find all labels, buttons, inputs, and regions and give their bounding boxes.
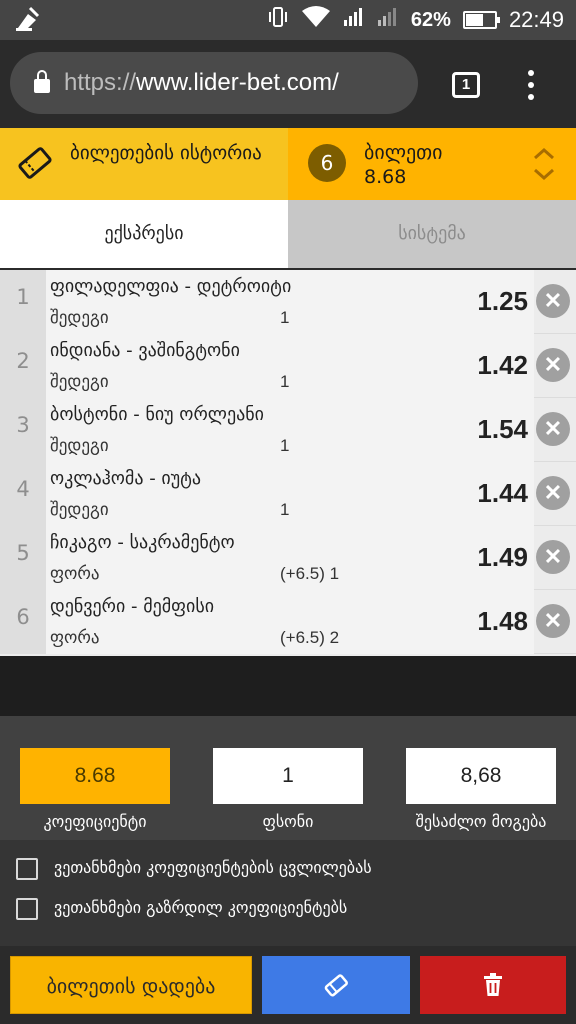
tab-switcher-button[interactable]: 1 — [452, 72, 480, 98]
tab-express[interactable]: ექსპრესი — [0, 200, 288, 268]
accept-odds-increase-checkbox[interactable] — [16, 898, 38, 920]
lock-icon — [34, 70, 50, 93]
accept-odds-increase-label: ვეთანხმები გაზრდილ კოეფიციენტებს — [54, 898, 348, 917]
bet-index: 5 — [0, 526, 46, 590]
bet-event: ფილადელფია - დეტროიტი — [50, 276, 292, 297]
trash-icon — [482, 972, 504, 997]
betslip-total-odds: 8.68 — [364, 166, 407, 188]
bet-market: ფორა — [50, 628, 100, 648]
remove-bet-icon[interactable]: ✕ — [536, 540, 570, 574]
remove-bet-icon[interactable]: ✕ — [536, 412, 570, 446]
bet-details: დენვერი - მემფისი ფორა (+6.5) 2 1.48 — [46, 590, 534, 654]
bet-row: 4 ოკლაჰომა - იუტა შედეგი 1 1.44 ✕ — [0, 462, 576, 526]
bet-index: 3 — [0, 398, 46, 462]
bet-market: შედეგი — [50, 500, 109, 520]
url-bar[interactable]: https:// www.lider-bet.com/ — [10, 52, 418, 114]
signal-icon — [377, 6, 399, 34]
clear-betslip-button[interactable] — [420, 956, 566, 1014]
bet-pick: (+6.5) 1 — [280, 564, 340, 583]
battery-percent: 62% — [410, 8, 451, 31]
bet-index: 6 — [0, 590, 46, 654]
url-host: www.lider-bet.com/ — [136, 69, 339, 96]
bet-type-tabs: ექსპრესი სისტემა — [0, 200, 576, 268]
remove-bet-icon[interactable]: ✕ — [536, 604, 570, 638]
bet-pick: (+6.5) 2 — [280, 628, 340, 647]
place-bet-button[interactable]: ბილეთის დადება — [10, 956, 252, 1014]
bet-index: 1 — [0, 270, 46, 334]
ticket-icon — [323, 972, 349, 997]
bet-odd: 1.49 — [477, 542, 528, 572]
bet-index: 2 — [0, 334, 46, 398]
bet-details: ფილადელფია - დეტროიტი შედეგი 1 1.25 — [46, 270, 534, 334]
stake-label: ფსონი — [262, 812, 314, 831]
bet-details: ჩიკაგო - საკრამენტო ფორა (+6.5) 1 1.49 — [46, 526, 534, 590]
remove-bet-icon[interactable]: ✕ — [536, 284, 570, 318]
bet-event: ინდიანა - ვაშინგტონი — [50, 340, 240, 361]
betslip-header: ბილეთების ისტორია 6 ბილეთი 8.68 — [0, 128, 576, 200]
bet-pick: 1 — [280, 500, 290, 519]
vibrate-icon — [267, 6, 289, 34]
status-bar: 62% 22:49 — [0, 0, 576, 40]
bet-market: შედეგი — [50, 308, 109, 328]
bet-pick: 1 — [280, 436, 290, 455]
betslip-actions: ბილეთის დადება — [0, 946, 576, 1024]
spacer — [0, 656, 576, 716]
bet-odd: 1.42 — [477, 350, 528, 380]
bet-odd: 1.48 — [477, 606, 528, 636]
bet-market: შედეგი — [50, 436, 109, 456]
bet-odd: 1.25 — [477, 286, 528, 316]
bet-pick: 1 — [280, 308, 290, 327]
remove-bet-icon[interactable]: ✕ — [536, 348, 570, 382]
betslip-summary: 8.68 1 8,68 კოეფიციენტი ფსონი შესაძლო მო… — [0, 716, 576, 840]
signal-icon — [343, 6, 365, 34]
total-coefficient: 8.68 — [20, 748, 170, 804]
ticket-history-label: ბილეთების ისტორია — [70, 142, 262, 164]
accept-odds-change-label: ვეთანხმები კოეფიციენტების ცვლილებას — [54, 858, 372, 877]
clock: 22:49 — [508, 7, 564, 32]
betslip-title: ბილეთი — [364, 140, 443, 164]
ticket-icon — [16, 144, 54, 186]
expand-collapse-icon[interactable] — [532, 146, 556, 186]
bet-odd: 1.54 — [477, 414, 528, 444]
betslip-count-badge: 6 — [308, 144, 346, 182]
bet-details: ოკლაჰომა - იუტა შედეგი 1 1.44 — [46, 462, 534, 526]
bet-details: ინდიანა - ვაშინგტონი შედეგი 1 1.42 — [46, 334, 534, 398]
browser-toolbar: https:// www.lider-bet.com/ 1 — [0, 40, 576, 128]
possible-win: 8,68 — [406, 748, 556, 804]
bet-market: ფორა — [50, 564, 100, 584]
bet-index: 4 — [0, 462, 46, 526]
accept-odds-change-checkbox[interactable] — [16, 858, 38, 880]
battery-icon — [462, 11, 500, 29]
bet-row: 2 ინდიანა - ვაშინგტონი შედეგი 1 1.42 ✕ — [0, 334, 576, 398]
possible-win-label: შესაძლო მოგება — [415, 812, 547, 831]
bet-event: დენვერი - მემფისი — [50, 596, 215, 617]
bet-row: 1 ფილადელფია - დეტროიტი შედეგი 1 1.25 ✕ — [0, 270, 576, 334]
odds-options: ვეთანხმები კოეფიციენტების ცვლილებას ვეთა… — [0, 840, 576, 946]
coefficient-label: კოეფიციენტი — [43, 812, 147, 831]
stake-input[interactable]: 1 — [213, 748, 363, 804]
url-protocol: https:// — [64, 69, 137, 96]
tab-system[interactable]: სისტემა — [288, 200, 576, 268]
bet-event: ჩიკაგო - საკრამენტო — [50, 532, 235, 553]
bet-event: ბოსტონი - ნიუ ორლეანი — [50, 404, 264, 425]
bet-row: 6 დენვერი - მემფისი ფორა (+6.5) 2 1.48 ✕ — [0, 590, 576, 654]
bet-details: ბოსტონი - ნიუ ორლეანი შედეგი 1 1.54 — [46, 398, 534, 462]
bet-row: 3 ბოსტონი - ნიუ ორლეანი შედეგი 1 1.54 ✕ — [0, 398, 576, 462]
bet-row: 5 ჩიკაგო - საკრამენტო ფორა (+6.5) 1 1.49… — [0, 526, 576, 590]
cleaner-icon — [14, 6, 42, 36]
wifi-icon — [301, 6, 331, 34]
remove-bet-icon[interactable]: ✕ — [536, 476, 570, 510]
bet-pick: 1 — [280, 372, 290, 391]
bet-market: შედეგი — [50, 372, 109, 392]
ticket-history-button[interactable]: ბილეთების ისტორია — [0, 128, 288, 200]
bet-event: ოკლაჰომა - იუტა — [50, 468, 202, 489]
bet-list: 1 ფილადელფია - დეტროიტი შედეგი 1 1.25 ✕ … — [0, 270, 576, 656]
share-ticket-button[interactable] — [262, 956, 410, 1014]
bet-odd: 1.44 — [477, 478, 528, 508]
betslip-toggle[interactable]: 6 ბილეთი 8.68 — [288, 128, 576, 200]
overflow-menu-icon[interactable] — [520, 70, 540, 100]
